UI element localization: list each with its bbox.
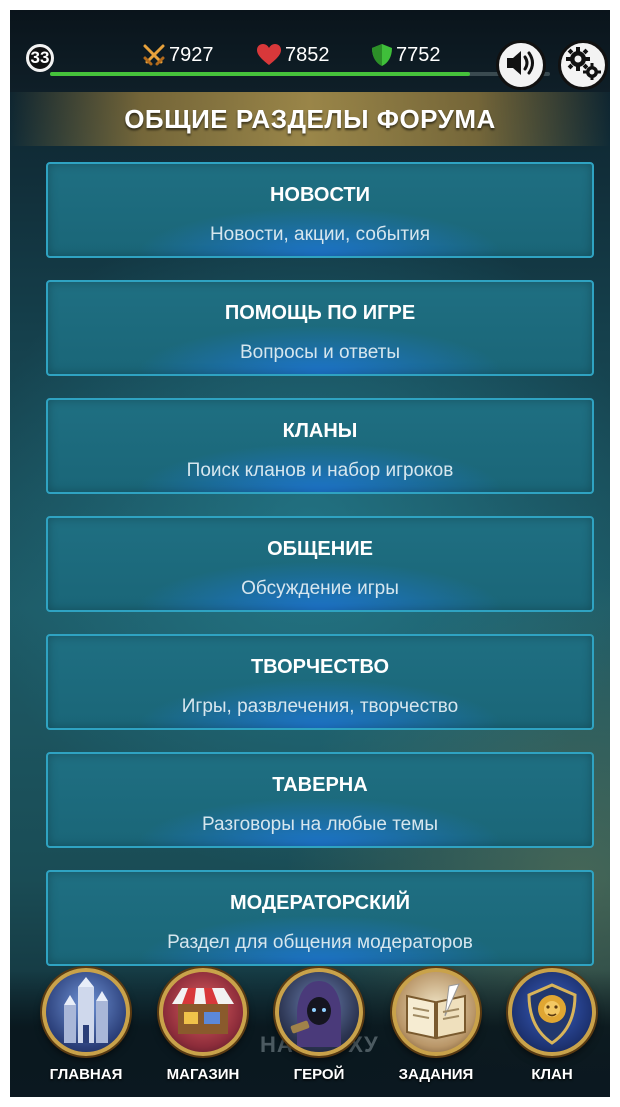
forum-section-description: Раздел для общения модераторов [167,932,473,953]
forum-section-clans[interactable]: КЛАНЫ Поиск кланов и набор игроков [46,398,594,494]
attack-value: 7927 [169,43,214,66]
forum-section-title: ТВОРЧЕСТВО [250,656,390,678]
sound-toggle-button[interactable] [496,40,546,90]
forum-section-title: ТАВЕРНА [272,774,368,796]
nav-label: ЗАДАНИЯ [398,1066,474,1083]
level-badge: 33 [26,44,54,72]
health-stat: 7852 [256,42,330,68]
gears-icon [564,45,602,86]
forum-section-description: Игры, развлечения, творчество [181,696,459,717]
nav-hero[interactable]: ГЕРОЙ [269,968,369,1088]
nav-label: ГЕРОЙ [293,1066,345,1083]
forum-section-title: МОДЕРАТОРСКИЙ [229,892,411,914]
forum-section-list: НОВОСТИ Новости, акции, события ПОМОЩЬ П… [46,162,594,988]
forum-section-tavern[interactable]: ТАВЕРНА Разговоры на любые темы [46,752,594,848]
quest-book-icon [392,968,480,1056]
heart-icon [256,43,282,67]
forum-section-title: НОВОСТИ [269,184,371,206]
shield-icon [371,43,393,67]
page-title-banner: ОБЩИЕ РАЗДЕЛЫ ФОРУМА [10,92,610,146]
forum-section-moderators[interactable]: МОДЕРАТОРСКИЙ Раздел для общения модерат… [46,870,594,966]
defense-value: 7752 [396,43,441,66]
forum-section-chat[interactable]: ОБЩЕНИЕ Обсуждение игры [46,516,594,612]
lion-crest-icon [508,968,596,1056]
settings-button[interactable] [558,40,608,90]
xp-bar [50,72,550,76]
nav-label: КЛАН [531,1066,573,1083]
forum-section-news[interactable]: НОВОСТИ Новости, акции, события [46,162,594,258]
nav-shop[interactable]: МАГАЗИН [153,968,253,1088]
forum-section-description: Поиск кланов и набор игроков [186,460,454,481]
speaker-icon [504,48,538,83]
nav-label: ГЛАВНАЯ [49,1066,123,1083]
attack-stat: 7927 [142,42,214,68]
nav-quests[interactable]: ЗАДАНИЯ [386,968,486,1088]
hooded-hero-icon [275,968,363,1056]
forum-section-creativity[interactable]: ТВОРЧЕСТВО Игры, развлечения, творчество [46,634,594,730]
defense-stat: 7752 [371,42,441,68]
app-screen: 33 7927 7852 7752 ОБЩИЕ РАЗДЕЛЫ ФОРУМА Н… [10,10,610,1097]
forum-section-help[interactable]: ПОМОЩЬ ПО ИГРЕ Вопросы и ответы [46,280,594,376]
nav-clan[interactable]: КЛАН [502,968,602,1088]
forum-section-title: КЛАНЫ [282,420,358,442]
status-bar: 33 7927 7852 7752 [10,10,610,92]
forum-section-title: ОБЩЕНИЕ [267,538,373,560]
forum-section-description: Обсуждение игры [241,578,399,599]
forum-section-description: Разговоры на любые темы [202,814,438,835]
forum-section-title: ПОМОЩЬ ПО ИГРЕ [224,302,416,324]
nav-label: МАГАЗИН [166,1066,240,1083]
castle-icon [42,968,130,1056]
forum-section-description: Новости, акции, события [209,224,431,245]
xp-bar-fill [50,72,470,76]
shop-stall-icon [159,968,247,1056]
forum-section-description: Вопросы и ответы [239,342,400,363]
crossed-swords-icon [142,43,166,67]
health-value: 7852 [285,43,330,66]
nav-home[interactable]: ГЛАВНАЯ [36,968,136,1088]
page-title: ОБЩИЕ РАЗДЕЛЫ ФОРУМА [124,103,496,134]
